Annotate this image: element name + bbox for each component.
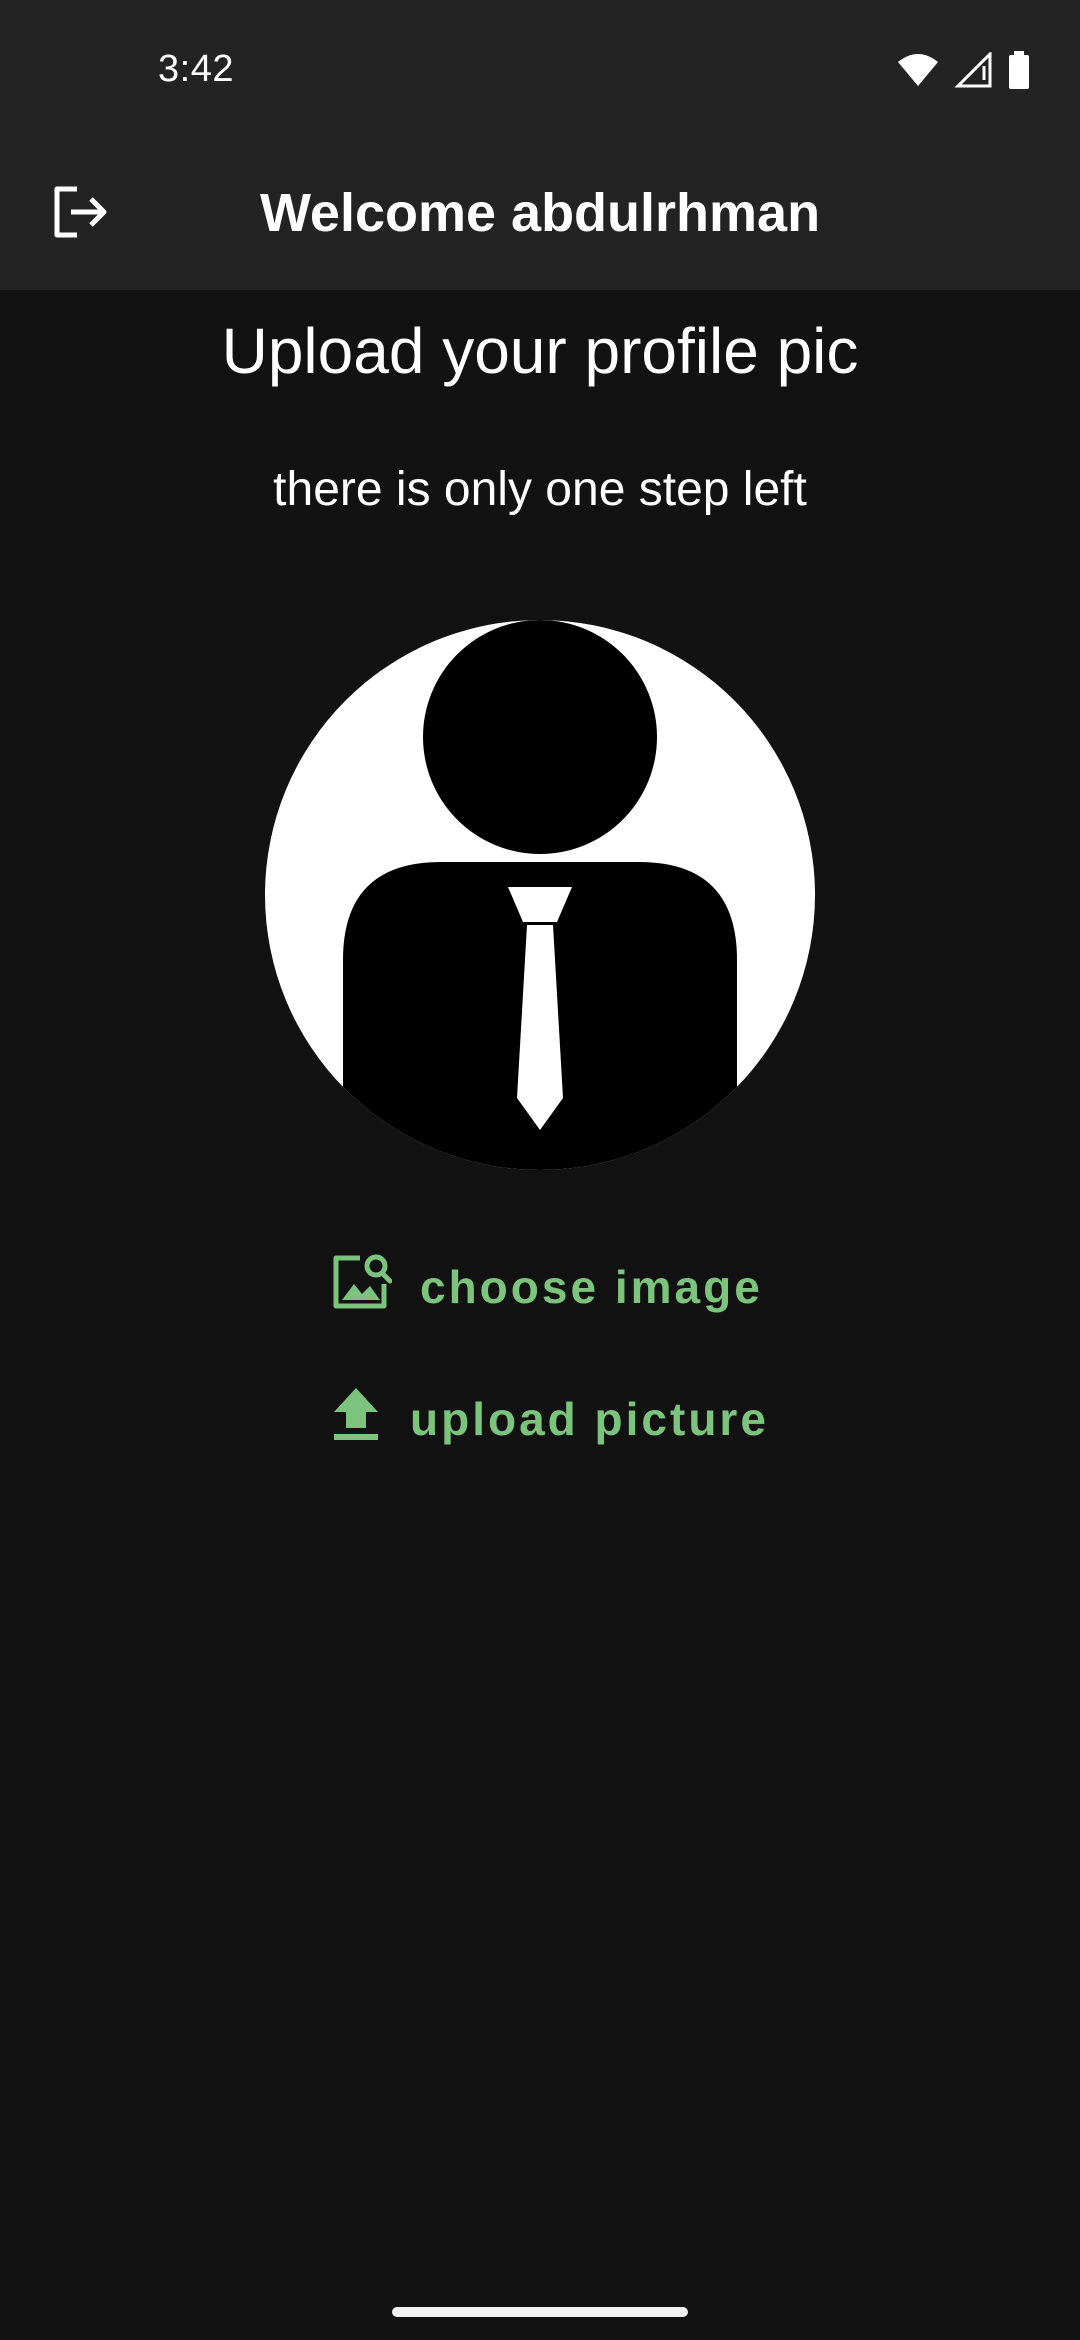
status-time: 3:42	[158, 48, 234, 90]
upload-picture-button[interactable]: upload picture	[330, 1384, 769, 1454]
page-title: Upload your profile pic	[221, 315, 859, 387]
app-bar: Welcome abdulrhman	[0, 140, 1080, 290]
default-avatar-icon	[265, 620, 815, 1170]
status-icons	[896, 49, 1030, 94]
image-search-icon	[330, 1252, 393, 1323]
upload-picture-label: upload picture	[410, 1393, 769, 1445]
signal-icon	[954, 49, 994, 93]
app-title: Welcome abdulrhman	[259, 183, 821, 243]
choose-image-label: choose image	[420, 1261, 763, 1313]
home-indicator[interactable]	[392, 2307, 688, 2317]
page-subtitle: there is only one step left	[273, 463, 807, 516]
wifi-icon	[896, 52, 940, 93]
status-bar: 3:42	[0, 0, 1080, 140]
profile-picture-preview	[265, 620, 815, 1170]
battery-icon	[1008, 50, 1030, 94]
upload-icon	[330, 1386, 382, 1453]
choose-image-button[interactable]: choose image	[330, 1252, 763, 1322]
